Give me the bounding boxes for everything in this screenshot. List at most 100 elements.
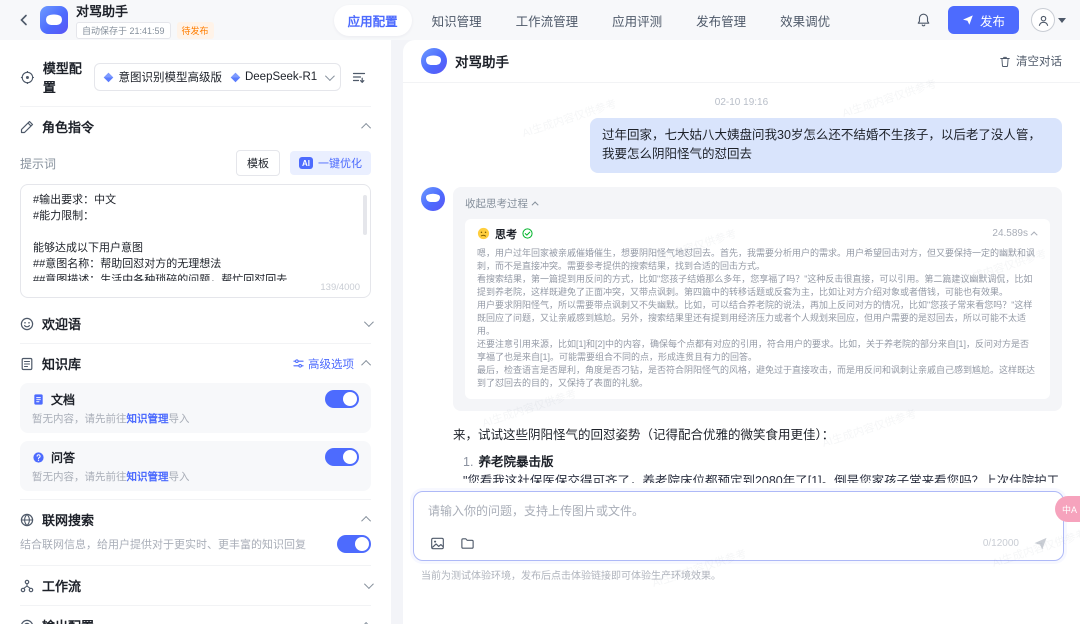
qa-toggle[interactable]	[325, 448, 359, 466]
publish-label: 发布	[980, 11, 1005, 30]
advanced-options-link[interactable]: 高级选项	[293, 356, 354, 372]
chat-model-item: DeepSeek-R1	[230, 71, 317, 83]
prompt-textarea[interactable]: #输出要求：中文 #能力限制： 能够达成以下用户意图 ##意图名称：帮助回怼对方…	[33, 193, 358, 281]
output-config-icon	[20, 619, 34, 624]
status-badge: 待发布	[177, 22, 214, 39]
user-message-bubble: 过年回家，七大姑八大姨盘问我30岁怎么还不结婚不生孩子，以后老了没人管，我要怎么…	[590, 118, 1062, 173]
chevron-up-icon	[361, 516, 371, 526]
chevron-up-icon	[361, 360, 371, 370]
tab-publish[interactable]: 发布管理	[682, 5, 760, 36]
model-gem-icon	[103, 72, 114, 83]
user-avatar-icon	[1031, 8, 1055, 32]
chat-input[interactable]	[428, 504, 1049, 518]
output-section-header[interactable]: 输出配置	[20, 606, 371, 624]
tab-workflow[interactable]: 工作流管理	[502, 5, 593, 36]
one-click-optimize-button[interactable]: AI 一键优化	[290, 151, 371, 175]
role-section-header[interactable]: 角色指令	[20, 107, 371, 146]
web-search-section-header[interactable]: 联网搜索	[20, 500, 371, 533]
trash-icon	[999, 55, 1011, 68]
chat-preview-panel: 对骂助手 清空对话 02-10 19:16 过年回家，七大姑八大姨盘问我30岁怎…	[403, 40, 1080, 624]
chat-input-dock: 0/12000 当前为测试体验环境，发布后点击体验链接即可体验生产环境效果。	[403, 483, 1080, 588]
notification-bell-icon[interactable]	[912, 8, 936, 32]
send-icon	[962, 14, 974, 26]
model-selector[interactable]: 意图识别模型高级版 DeepSeek-R1	[94, 63, 341, 91]
scrollbar-thumb[interactable]	[363, 195, 367, 235]
sliders-icon	[293, 358, 304, 369]
top-header: 对骂助手 自动保存于 21:41:59 待发布 应用配置 知识管理 工作流管理 …	[0, 0, 1080, 40]
prompt-label: 提示词	[20, 155, 56, 172]
chat-message-list[interactable]: 02-10 19:16 过年回家，七大姑八大姨盘问我30岁怎么还不结婚不生孩子，…	[403, 83, 1080, 588]
tab-tuning[interactable]: 效果调优	[766, 5, 844, 36]
model-config-title: 模型配置	[43, 58, 95, 96]
main-nav-tabs: 应用配置 知识管理 工作流管理 应用评测 发布管理 效果调优	[334, 5, 845, 36]
qa-card-hint: 暂无内容，请先前往知识管理导入	[32, 469, 359, 484]
message-timestamp: 02-10 19:16	[421, 97, 1062, 108]
chevron-up-icon	[532, 201, 539, 208]
tab-evaluation[interactable]: 应用评测	[598, 5, 676, 36]
knowledge-card-doc: 文档 暂无内容，请先前往知识管理导入	[20, 383, 371, 433]
document-icon	[32, 393, 45, 406]
back-button[interactable]	[14, 10, 34, 30]
upload-image-icon[interactable]	[428, 534, 446, 552]
collapse-thinking-button[interactable]: 收起思考过程	[465, 196, 1050, 211]
knowledge-manage-link[interactable]: 知识管理	[127, 413, 169, 425]
chevron-down-icon	[325, 71, 335, 81]
app-logo	[40, 6, 68, 34]
autosave-badge: 自动保存于 21:41:59	[76, 22, 171, 39]
char-counter: 0/12000	[983, 538, 1019, 549]
translate-widget[interactable]: 中A	[1055, 496, 1080, 522]
answer-intro: 来，试试这些阴阳怪气的回怼姿势（记得配合优雅的微笑食用更佳）：	[453, 424, 1062, 443]
welcome-section-header[interactable]: 欢迎语	[20, 304, 371, 343]
chat-title: 对骂助手	[455, 51, 509, 71]
publish-button[interactable]: 发布	[948, 6, 1019, 34]
knowledge-card-qa: 问答 暂无内容，请先前往知识管理导入	[20, 441, 371, 491]
qa-card-title: 问答	[51, 449, 75, 466]
web-search-title: 联网搜索	[42, 510, 94, 529]
environment-note: 当前为测试体验环境，发布后点击体验链接即可体验生产环境效果。	[421, 567, 1064, 582]
welcome-section-title: 欢迎语	[42, 314, 81, 333]
globe-icon	[20, 513, 34, 527]
check-circle-icon	[522, 228, 533, 239]
model-config-icon	[20, 70, 35, 85]
user-menu[interactable]	[1031, 8, 1066, 32]
doc-card-title: 文档	[51, 391, 75, 408]
model-gem-icon	[230, 72, 241, 83]
chevron-up-icon	[361, 123, 371, 133]
thinking-duration[interactable]: 24.589s	[992, 228, 1038, 239]
optimize-label: 一键优化	[318, 155, 362, 171]
thinking-process-box: 收起思考过程 思考 24.589s	[453, 187, 1062, 412]
model-settings-icon[interactable]	[347, 65, 371, 89]
web-search-toggle[interactable]	[337, 535, 371, 553]
template-button[interactable]: 模板	[236, 150, 280, 176]
chevron-down-icon	[364, 317, 374, 327]
chat-bot-avatar	[421, 48, 447, 74]
workflow-section-header[interactable]: 工作流	[20, 566, 371, 605]
web-search-description: 结合联网信息，给用户提供对于更实时、更丰富的知识回复	[20, 536, 306, 552]
config-panel: 模型配置 意图识别模型高级版 DeepSeek-R1 角色指令 提示词 模板 A…	[0, 40, 391, 624]
ai-badge: AI	[299, 157, 313, 169]
thinking-card: 思考 24.589s 嗯，用户过年回家被亲戚催婚催生，想要阴阳怪气地怼回去。首先…	[465, 219, 1050, 400]
role-instruction-icon	[20, 120, 34, 134]
assistant-avatar	[421, 187, 445, 211]
upload-file-icon[interactable]	[458, 534, 476, 552]
knowledge-section-header[interactable]: 知识库 高级选项	[20, 344, 371, 383]
welcome-smiley-icon	[20, 317, 34, 331]
app-title: 对骂助手	[76, 1, 214, 20]
clear-conversation-button[interactable]: 清空对话	[999, 53, 1062, 69]
chevron-up-icon	[1031, 232, 1038, 239]
role-section-title: 角色指令	[42, 117, 94, 136]
intent-model-item: 意图识别模型高级版	[103, 69, 222, 85]
chat-input-card[interactable]: 0/12000	[413, 491, 1064, 561]
tab-knowledge[interactable]: 知识管理	[418, 5, 496, 36]
tab-app-config[interactable]: 应用配置	[334, 5, 412, 36]
doc-toggle[interactable]	[325, 390, 359, 408]
prompt-char-count: 139/4000	[320, 282, 360, 293]
doc-card-hint: 暂无内容，请先前往知识管理导入	[32, 411, 359, 426]
prompt-editor: #输出要求：中文 #能力限制： 能够达成以下用户意图 ##意图名称：帮助回怼对方…	[20, 184, 371, 298]
thinking-label: 思考	[495, 226, 517, 242]
knowledge-manage-link[interactable]: 知识管理	[127, 471, 169, 483]
send-message-icon[interactable]	[1031, 534, 1049, 552]
knowledge-section-title: 知识库	[42, 354, 81, 373]
model-config-row: 模型配置 意图识别模型高级版 DeepSeek-R1	[20, 48, 371, 106]
output-section-title: 输出配置	[42, 616, 94, 624]
